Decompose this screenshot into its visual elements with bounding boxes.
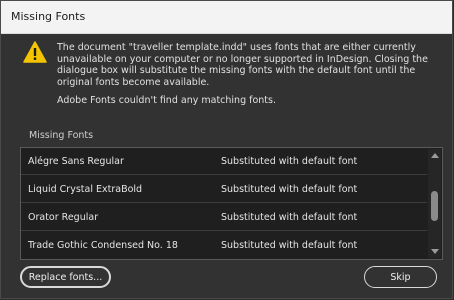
- list-item[interactable]: Alégre Sans Regular Substituted with def…: [21, 148, 427, 175]
- scrollbar-thumb[interactable]: [431, 191, 438, 221]
- missing-fonts-list[interactable]: Alégre Sans Regular Substituted with def…: [20, 147, 443, 260]
- font-status: Substituted with default font: [221, 184, 358, 195]
- missing-fonts-label: Missing Fonts: [29, 130, 94, 141]
- list-scrollbar[interactable]: [428, 149, 441, 258]
- warning-triangle-icon: [23, 41, 47, 63]
- list-item[interactable]: Liquid Crystal ExtraBold Substituted wit…: [21, 176, 427, 203]
- title-bar[interactable]: Missing Fonts: [1, 1, 452, 34]
- adobe-fonts-note: Adobe Fonts couldn't find any matching f…: [57, 95, 276, 106]
- scroll-down-icon[interactable]: [431, 249, 439, 254]
- font-status: Substituted with default font: [221, 240, 358, 251]
- font-name: Trade Gothic Condensed No. 18: [28, 240, 178, 251]
- scroll-up-icon[interactable]: [431, 153, 439, 158]
- replace-fonts-button[interactable]: Replace fonts...: [20, 266, 111, 288]
- window-title: Missing Fonts: [11, 10, 86, 23]
- list-item[interactable]: Trade Gothic Condensed No. 18 Substitute…: [21, 232, 427, 258]
- font-status: Substituted with default font: [221, 156, 358, 167]
- missing-fonts-dialog: Missing Fonts The document "traveller te…: [0, 0, 453, 299]
- font-status: Substituted with default font: [221, 212, 358, 223]
- message-body: The document "traveller template.indd" u…: [57, 42, 428, 88]
- message-text: The document "traveller template.indd" u…: [57, 42, 437, 107]
- skip-button[interactable]: Skip: [364, 266, 437, 288]
- font-name: Liquid Crystal ExtraBold: [28, 184, 143, 195]
- list-item[interactable]: Orator Regular Substituted with default …: [21, 204, 427, 231]
- font-name: Orator Regular: [28, 212, 99, 223]
- font-name: Alégre Sans Regular: [28, 156, 124, 167]
